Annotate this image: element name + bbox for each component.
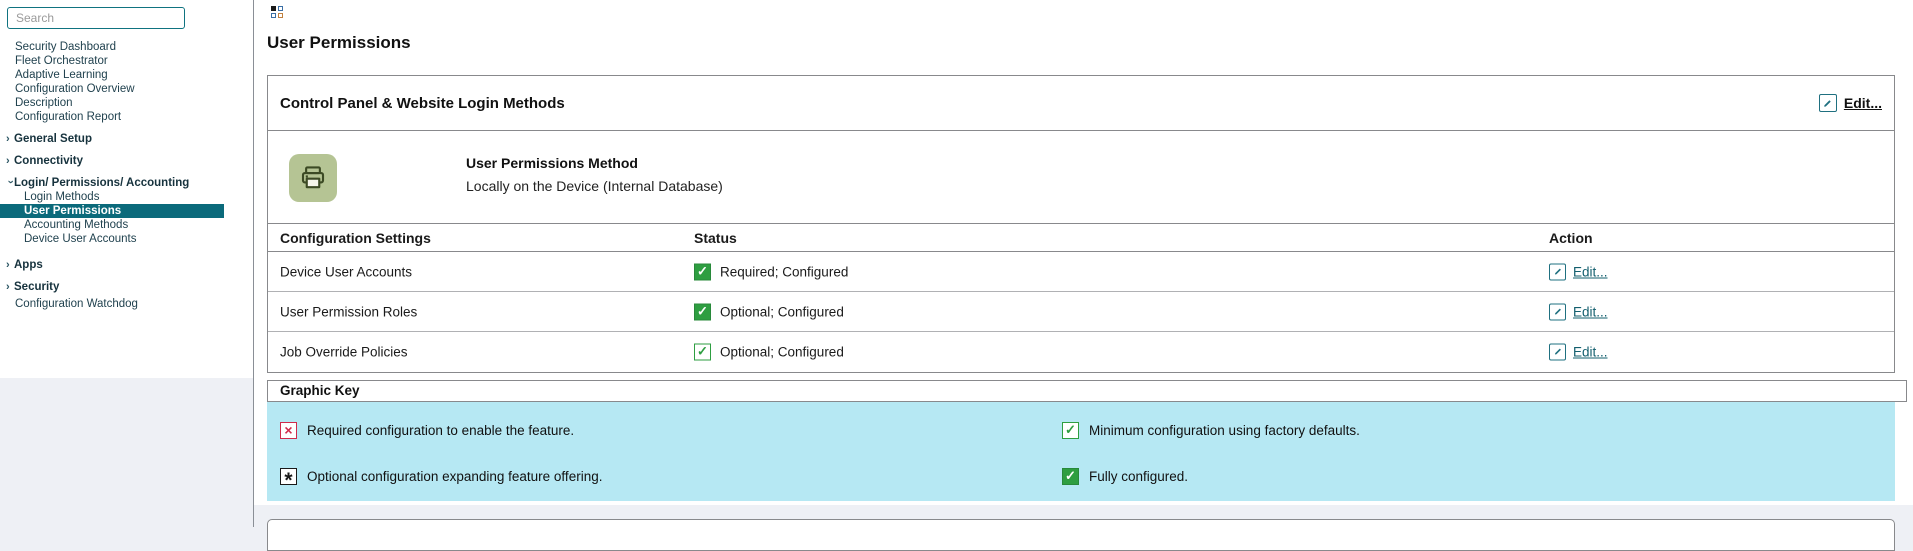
key-item-label: Optional configuration expanding feature…: [307, 469, 602, 484]
sidebar-item-device-user-accounts[interactable]: Device User Accounts: [0, 232, 253, 246]
edit-pencil-icon: [1819, 94, 1837, 112]
red-x-icon: ×: [280, 422, 297, 439]
panel-title: Control Panel & Website Login Methods: [280, 95, 565, 112]
sidebar-item-security-dashboard[interactable]: Security Dashboard: [0, 40, 253, 54]
permissions-method-row: User Permissions Method Locally on the D…: [268, 131, 1894, 223]
sidebar-item-adaptive-learning[interactable]: Adaptive Learning: [0, 68, 253, 82]
status-text: Optional; Configured: [720, 344, 844, 359]
edit-pencil-icon: [1549, 263, 1566, 280]
sidebar-item-accounting-methods[interactable]: Accounting Methods: [0, 218, 253, 232]
key-item-label: Minimum configuration using factory defa…: [1089, 423, 1360, 438]
sidebar-item-configuration-overview[interactable]: Configuration Overview: [0, 82, 253, 96]
green-check-filled-icon: ✓: [694, 263, 711, 280]
chevron-down-icon: ›: [3, 180, 17, 188]
permissions-method-text: User Permissions Method Locally on the D…: [466, 155, 723, 194]
sidebar-item-user-permissions[interactable]: User Permissions: [0, 204, 224, 218]
col-status: Status: [694, 230, 737, 246]
sidebar-item-fleet-orchestrator[interactable]: Fleet Orchestrator: [0, 54, 253, 68]
row-edit-label: Edit...: [1573, 344, 1608, 359]
table-row: Device User Accounts ✓ Required; Configu…: [268, 252, 1894, 292]
search-input[interactable]: [7, 7, 185, 29]
page-title: User Permissions: [267, 33, 411, 53]
col-configuration-settings: Configuration Settings: [280, 230, 431, 246]
sidebar-nav: Security Dashboard Fleet Orchestrator Ad…: [0, 40, 253, 311]
sidebar-item-security[interactable]: ›Security: [0, 280, 253, 294]
key-item-fully-configured: ✓ Fully configured.: [1062, 468, 1895, 485]
app-grid-icon[interactable]: [271, 6, 283, 18]
main-content: User Permissions Control Panel & Website…: [254, 0, 1913, 505]
next-section-panel: [267, 519, 1895, 551]
edit-pencil-icon: [1549, 343, 1566, 360]
green-check-outline-icon: ✓: [694, 343, 711, 360]
row-edit-label: Edit...: [1573, 264, 1608, 279]
panel-edit-label: Edit...: [1844, 95, 1882, 111]
row-edit-link[interactable]: Edit...: [1549, 343, 1608, 360]
printer-icon: [289, 154, 337, 202]
chevron-right-icon: ›: [6, 132, 14, 146]
setting-label: Job Override Policies: [280, 344, 408, 359]
green-check-filled-icon: ✓: [694, 303, 711, 320]
graphic-key-area: × Required configuration to enable the f…: [267, 402, 1895, 501]
configuration-table: Configuration Settings Status Action Dev…: [268, 223, 1894, 371]
edit-pencil-icon: [1549, 303, 1566, 320]
green-check-outline-icon: ✓: [1062, 422, 1079, 439]
key-item-minimum: ✓ Minimum configuration using factory de…: [1062, 422, 1895, 439]
row-edit-link[interactable]: Edit...: [1549, 263, 1608, 280]
green-check-filled-icon: ✓: [1062, 468, 1079, 485]
key-item-label: Required configuration to enable the fea…: [307, 423, 574, 438]
sidebar-item-general-setup[interactable]: ›General Setup: [0, 132, 253, 146]
sidebar-item-login-permissions-accounting[interactable]: ›Login/ Permissions/ Accounting: [0, 176, 253, 190]
login-methods-panel: Control Panel & Website Login Methods Ed…: [267, 75, 1895, 373]
panel-header: Control Panel & Website Login Methods Ed…: [268, 76, 1894, 131]
sidebar-item-connectivity[interactable]: ›Connectivity: [0, 154, 253, 168]
table-row: Job Override Policies ✓ Optional; Config…: [268, 332, 1894, 371]
row-edit-label: Edit...: [1573, 304, 1608, 319]
status-text: Required; Configured: [720, 264, 848, 279]
chevron-right-icon: ›: [6, 154, 14, 168]
chevron-right-icon: ›: [6, 258, 14, 272]
sidebar: Security Dashboard Fleet Orchestrator Ad…: [0, 0, 253, 378]
sidebar-item-login-methods[interactable]: Login Methods: [0, 190, 253, 204]
sidebar-item-label: General Setup: [14, 133, 92, 145]
setting-label: Device User Accounts: [280, 264, 412, 279]
table-row: User Permission Roles ✓ Optional; Config…: [268, 292, 1894, 332]
graphic-key-header: Graphic Key: [267, 380, 1907, 402]
sidebar-item-label: Apps: [14, 259, 43, 271]
sidebar-item-apps[interactable]: ›Apps: [0, 258, 253, 272]
chevron-right-icon: ›: [6, 280, 14, 294]
row-edit-link[interactable]: Edit...: [1549, 303, 1608, 320]
key-item-label: Fully configured.: [1089, 469, 1188, 484]
sidebar-item-label: Security: [14, 281, 59, 293]
asterisk-icon: *: [280, 468, 297, 485]
sidebar-item-label: Connectivity: [14, 155, 83, 167]
setting-label: User Permission Roles: [280, 304, 417, 319]
sidebar-item-description[interactable]: Description: [0, 96, 253, 110]
key-item-required: × Required configuration to enable the f…: [280, 422, 1062, 439]
sidebar-item-configuration-report[interactable]: Configuration Report: [0, 110, 253, 124]
panel-edit-link[interactable]: Edit...: [1819, 94, 1882, 112]
sidebar-item-label: Login/ Permissions/ Accounting: [14, 177, 189, 189]
key-item-optional: * Optional configuration expanding featu…: [280, 468, 1062, 485]
sidebar-item-configuration-watchdog[interactable]: Configuration Watchdog: [0, 297, 253, 311]
status-text: Optional; Configured: [720, 304, 844, 319]
method-title: User Permissions Method: [466, 155, 723, 171]
col-action: Action: [1549, 230, 1593, 246]
table-header-row: Configuration Settings Status Action: [268, 224, 1894, 252]
method-value: Locally on the Device (Internal Database…: [466, 178, 723, 194]
